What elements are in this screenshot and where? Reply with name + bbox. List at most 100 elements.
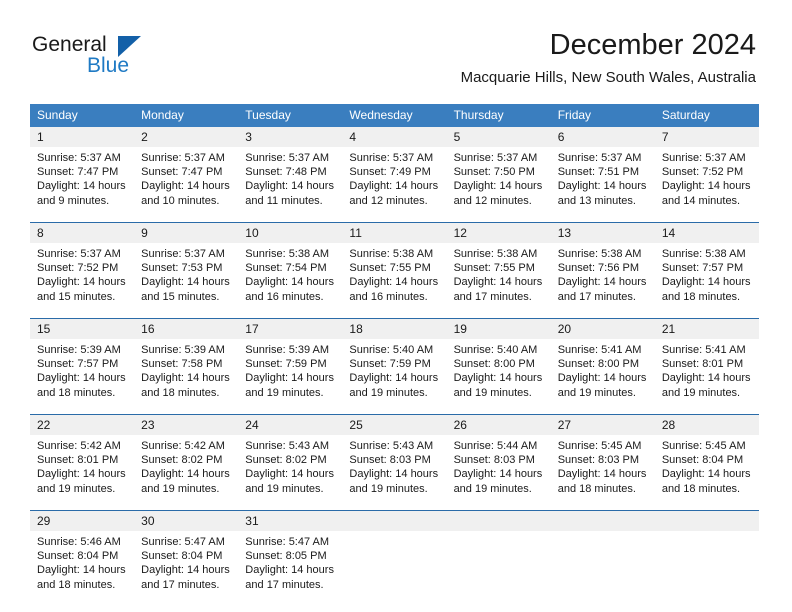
sunrise-text: Sunrise: 5:37 AM: [557, 152, 642, 164]
daylight-text-line2: and 19 minutes.: [453, 482, 532, 495]
sunrise-text: Sunrise: 5:37 AM: [349, 152, 434, 164]
day-cell[interactable]: 22 Sunrise: 5:42 AM Sunset: 8:01 PM Dayl…: [30, 414, 135, 511]
sunset-text: Sunset: 7:54 PM: [245, 262, 327, 275]
daylight-text-line1: Daylight: 14 hours: [453, 468, 543, 481]
daylight-text-line2: and 15 minutes.: [141, 290, 220, 303]
week-row: 8 Sunrise: 5:37 AM Sunset: 7:52 PM Dayli…: [30, 222, 759, 319]
sunset-text: Sunset: 7:57 PM: [37, 358, 119, 371]
day-number: 2: [134, 127, 239, 147]
location-subtitle: Macquarie Hills, New South Wales, Austra…: [460, 69, 756, 86]
day-cell[interactable]: 25 Sunrise: 5:43 AM Sunset: 8:03 PM Dayl…: [342, 414, 447, 511]
day-cell[interactable]: 6 Sunrise: 5:37 AM Sunset: 7:51 PM Dayli…: [550, 127, 655, 223]
day-cell[interactable]: 12 Sunrise: 5:38 AM Sunset: 7:55 PM Dayl…: [446, 222, 551, 319]
day-number: 5: [446, 127, 551, 147]
sunrise-text: Sunrise: 5:38 AM: [349, 248, 434, 260]
day-details: Sunrise: 5:45 AM Sunset: 8:04 PM Dayligh…: [655, 435, 759, 510]
day-cell[interactable]: 9 Sunrise: 5:37 AM Sunset: 7:53 PM Dayli…: [134, 222, 239, 319]
daylight-text-line1: Daylight: 14 hours: [557, 372, 647, 385]
day-details: Sunrise: 5:37 AM Sunset: 7:48 PM Dayligh…: [238, 147, 342, 222]
day-number-empty: [342, 511, 447, 531]
day-number: 28: [654, 415, 759, 435]
day-details-empty: [447, 531, 551, 606]
sunrise-text: Sunrise: 5:40 AM: [349, 344, 434, 356]
sunrise-text: Sunrise: 5:37 AM: [37, 152, 121, 164]
day-number: 18: [342, 319, 447, 339]
daylight-text-line2: and 18 minutes.: [557, 482, 636, 495]
daylight-text-line2: and 17 minutes.: [453, 290, 532, 303]
day-cell[interactable]: 26 Sunrise: 5:44 AM Sunset: 8:03 PM Dayl…: [446, 414, 551, 511]
day-cell[interactable]: 30 Sunrise: 5:47 AM Sunset: 8:04 PM Dayl…: [134, 510, 239, 606]
day-details: Sunrise: 5:47 AM Sunset: 8:05 PM Dayligh…: [238, 531, 342, 606]
daylight-text-line1: Daylight: 14 hours: [141, 180, 230, 193]
sunrise-text: Sunrise: 5:37 AM: [141, 248, 225, 260]
weekday-header-row: Sunday Monday Tuesday Wednesday Thursday…: [30, 104, 759, 127]
day-cell[interactable]: 23 Sunrise: 5:42 AM Sunset: 8:02 PM Dayl…: [134, 414, 239, 511]
daylight-text-line2: and 19 minutes.: [349, 482, 428, 495]
sunrise-text: Sunrise: 5:42 AM: [37, 440, 121, 452]
day-cell[interactable]: 5 Sunrise: 5:37 AM Sunset: 7:50 PM Dayli…: [446, 127, 551, 223]
daylight-text-line1: Daylight: 14 hours: [661, 372, 751, 385]
day-cell[interactable]: 14 Sunrise: 5:38 AM Sunset: 7:57 PM Dayl…: [654, 222, 759, 319]
daylight-text-line2: and 13 minutes.: [557, 194, 636, 207]
day-cell[interactable]: 1 Sunrise: 5:37 AM Sunset: 7:47 PM Dayli…: [30, 127, 135, 223]
day-number: 11: [342, 223, 447, 243]
sunrise-text: Sunrise: 5:41 AM: [557, 344, 642, 356]
daylight-text-line1: Daylight: 14 hours: [557, 276, 647, 289]
weekday-header-saturday: Saturday: [654, 104, 759, 127]
day-cell[interactable]: 3 Sunrise: 5:37 AM Sunset: 7:48 PM Dayli…: [238, 127, 343, 223]
day-cell[interactable]: 24 Sunrise: 5:43 AM Sunset: 8:02 PM Dayl…: [238, 414, 343, 511]
sunset-text: Sunset: 7:59 PM: [245, 358, 327, 371]
day-cell[interactable]: 28 Sunrise: 5:45 AM Sunset: 8:04 PM Dayl…: [654, 414, 759, 511]
day-details: Sunrise: 5:37 AM Sunset: 7:50 PM Dayligh…: [447, 147, 551, 222]
day-number-empty: [446, 511, 551, 531]
sunset-text: Sunset: 7:55 PM: [349, 262, 431, 275]
day-cell[interactable]: 16 Sunrise: 5:39 AM Sunset: 7:58 PM Dayl…: [134, 318, 239, 415]
day-cell[interactable]: 4 Sunrise: 5:37 AM Sunset: 7:49 PM Dayli…: [342, 127, 447, 223]
day-cell[interactable]: 29 Sunrise: 5:46 AM Sunset: 8:04 PM Dayl…: [30, 510, 135, 606]
day-cell[interactable]: 13 Sunrise: 5:38 AM Sunset: 7:56 PM Dayl…: [550, 222, 655, 319]
day-cell[interactable]: 31 Sunrise: 5:47 AM Sunset: 8:05 PM Dayl…: [238, 510, 343, 606]
sunset-text: Sunset: 7:56 PM: [557, 262, 640, 275]
day-cell[interactable]: 18 Sunrise: 5:40 AM Sunset: 7:59 PM Dayl…: [342, 318, 447, 415]
day-details: Sunrise: 5:37 AM Sunset: 7:49 PM Dayligh…: [342, 147, 446, 222]
day-details: Sunrise: 5:37 AM Sunset: 7:47 PM Dayligh…: [30, 147, 134, 222]
daylight-text-line1: Daylight: 14 hours: [245, 372, 334, 385]
day-cell[interactable]: 7 Sunrise: 5:37 AM Sunset: 7:52 PM Dayli…: [654, 127, 759, 223]
day-cell[interactable]: 11 Sunrise: 5:38 AM Sunset: 7:55 PM Dayl…: [342, 222, 447, 319]
day-cell[interactable]: 21 Sunrise: 5:41 AM Sunset: 8:01 PM Dayl…: [654, 318, 759, 415]
day-cell[interactable]: 10 Sunrise: 5:38 AM Sunset: 7:54 PM Dayl…: [238, 222, 343, 319]
sunset-text: Sunset: 7:50 PM: [453, 166, 535, 179]
day-details: Sunrise: 5:42 AM Sunset: 8:01 PM Dayligh…: [30, 435, 134, 510]
day-cell[interactable]: 19 Sunrise: 5:40 AM Sunset: 8:00 PM Dayl…: [446, 318, 551, 415]
week-row: 29 Sunrise: 5:46 AM Sunset: 8:04 PM Dayl…: [30, 510, 759, 606]
day-details: Sunrise: 5:45 AM Sunset: 8:03 PM Dayligh…: [551, 435, 655, 510]
daylight-text-line2: and 17 minutes.: [141, 578, 220, 591]
daylight-text-line2: and 19 minutes.: [557, 386, 636, 399]
sunset-text: Sunset: 7:55 PM: [453, 262, 535, 275]
day-number: 23: [134, 415, 239, 435]
day-cell[interactable]: 17 Sunrise: 5:39 AM Sunset: 7:59 PM Dayl…: [238, 318, 343, 415]
general-blue-logo[interactable]: General Blue: [32, 33, 162, 83]
day-cell[interactable]: 20 Sunrise: 5:41 AM Sunset: 8:00 PM Dayl…: [550, 318, 655, 415]
sunset-text: Sunset: 8:01 PM: [661, 358, 744, 371]
weekday-header-sunday: Sunday: [30, 104, 135, 127]
daylight-text-line2: and 12 minutes.: [349, 194, 428, 207]
day-number: 22: [30, 415, 135, 435]
weekday-header-thursday: Thursday: [446, 104, 551, 127]
page-header: General Blue December 2024 Macquarie Hil…: [0, 0, 792, 100]
day-cell[interactable]: 15 Sunrise: 5:39 AM Sunset: 7:57 PM Dayl…: [30, 318, 135, 415]
daylight-text-line1: Daylight: 14 hours: [661, 180, 751, 193]
sunset-text: Sunset: 7:53 PM: [141, 262, 223, 275]
daylight-text-line1: Daylight: 14 hours: [141, 372, 230, 385]
sunset-text: Sunset: 8:04 PM: [141, 550, 223, 563]
daylight-text-line2: and 18 minutes.: [661, 482, 741, 495]
sunrise-text: Sunrise: 5:38 AM: [557, 248, 642, 260]
day-cell[interactable]: 27 Sunrise: 5:45 AM Sunset: 8:03 PM Dayl…: [550, 414, 655, 511]
day-cell[interactable]: 8 Sunrise: 5:37 AM Sunset: 7:52 PM Dayli…: [30, 222, 135, 319]
sunset-text: Sunset: 7:47 PM: [141, 166, 223, 179]
sunrise-text: Sunrise: 5:43 AM: [349, 440, 434, 452]
day-cell[interactable]: 2 Sunrise: 5:37 AM Sunset: 7:47 PM Dayli…: [134, 127, 239, 223]
day-number: 25: [342, 415, 447, 435]
sunset-text: Sunset: 7:49 PM: [349, 166, 431, 179]
sunset-text: Sunset: 8:03 PM: [453, 454, 535, 467]
